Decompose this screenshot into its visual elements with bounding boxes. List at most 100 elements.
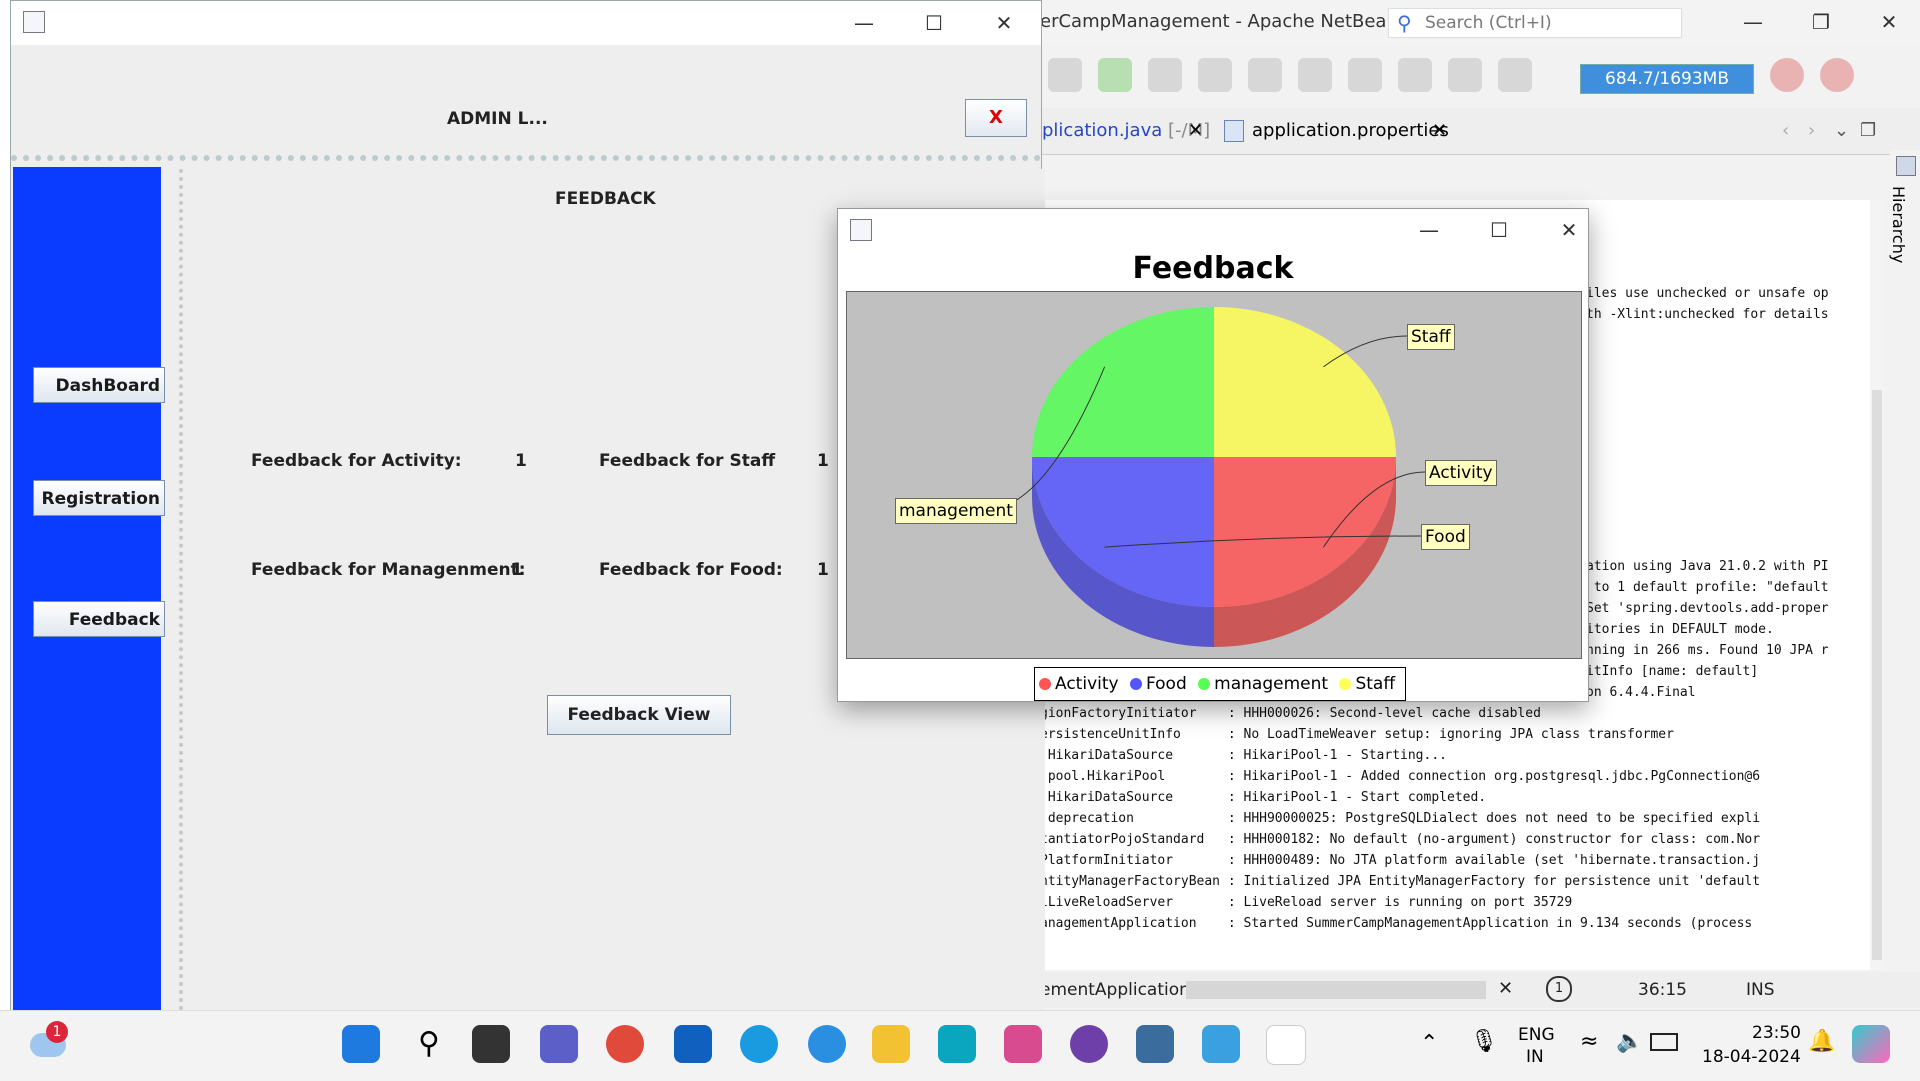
tab-application-java[interactable]: plication.java [-/M]: [1042, 120, 1210, 141]
legend-label: Activity: [1055, 674, 1119, 694]
profiler-icon[interactable]: [1770, 58, 1804, 92]
pie-slice-management[interactable]: [1032, 307, 1214, 457]
stat-staff-label: Feedback for Staff: [599, 451, 776, 471]
chevron-up-icon[interactable]: ⌃: [1420, 1031, 1438, 1056]
minimize-button[interactable]: —: [1406, 210, 1452, 250]
chrome-icon[interactable]: [606, 1025, 644, 1063]
step-icon[interactable]: [1148, 58, 1182, 92]
legend-swatch: [1339, 678, 1352, 690]
stat-food-value: 1: [817, 560, 829, 580]
start-icon[interactable]: [342, 1025, 380, 1063]
volume-icon[interactable]: 🔈: [1616, 1029, 1643, 1054]
chevron-down-icon[interactable]: ⌄: [1834, 120, 1849, 141]
run-icon[interactable]: [1098, 58, 1132, 92]
memory-indicator[interactable]: 684.7/1693MB: [1580, 64, 1754, 94]
feedback-view-button[interactable]: Feedback View: [547, 695, 731, 735]
insert-mode: INS: [1746, 980, 1775, 1000]
postgresql-icon[interactable]: [1136, 1025, 1174, 1063]
wifi-icon[interactable]: ≈: [1580, 1029, 1598, 1054]
admin-close-button[interactable]: X: [965, 99, 1027, 137]
file-explorer-icon[interactable]: [872, 1025, 910, 1063]
edge-icon[interactable]: [740, 1025, 778, 1063]
apply-changes-icon[interactable]: [1398, 58, 1432, 92]
minimize-button[interactable]: —: [1730, 2, 1776, 42]
chevron-left-icon[interactable]: ‹: [1782, 120, 1789, 141]
search-placeholder: Search (Ctrl+I): [1425, 13, 1552, 33]
pause-debug-icon[interactable]: [1448, 58, 1482, 92]
tab-close-icon[interactable]: ✕: [1188, 120, 1203, 141]
close-button[interactable]: ✕: [1546, 210, 1592, 250]
close-button[interactable]: ✕: [1866, 2, 1912, 42]
stat-staff-value: 1: [817, 451, 829, 471]
java-icon[interactable]: [1266, 1025, 1306, 1065]
profiler-attach-icon[interactable]: [1820, 58, 1854, 92]
page-title: FEEDBACK: [555, 189, 656, 209]
search-icon[interactable]: ⚲: [410, 1025, 448, 1063]
minimize-button[interactable]: —: [841, 3, 887, 43]
run-to-cursor-icon[interactable]: [1348, 58, 1382, 92]
step-into-icon[interactable]: [1248, 58, 1282, 92]
region[interactable]: IN: [1526, 1047, 1544, 1067]
legend-item: management: [1198, 668, 1328, 700]
status-task: ementApplication): [1040, 980, 1197, 1000]
legend-swatch: [1198, 678, 1211, 690]
console-line: nning in 266 ms. Found 10 JPA r: [1586, 643, 1829, 658]
maximize-button[interactable]: ☐: [1476, 210, 1522, 250]
console-line: lLiveReloadServer : LiveReload server is…: [1040, 895, 1573, 910]
copilot-icon[interactable]: [1852, 1025, 1890, 1063]
maximize-button[interactable]: ☐: [911, 3, 957, 43]
cancel-task-icon[interactable]: ✕: [1498, 978, 1513, 999]
scrollbar-thumb[interactable]: [1872, 390, 1882, 960]
weather-badge: 1: [46, 1021, 68, 1043]
sidebar-item-feedback[interactable]: Feedback: [33, 601, 165, 637]
console-line: th -Xlint:unchecked for details: [1586, 307, 1829, 322]
restore-button[interactable]: ❐: [1798, 2, 1844, 42]
console-line: itInfo [name: default]: [1586, 664, 1759, 679]
task-view-icon[interactable]: [472, 1025, 510, 1063]
close-button[interactable]: ✕: [981, 3, 1027, 43]
language[interactable]: ENG: [1518, 1025, 1555, 1045]
tab-application-properties[interactable]: application.properties: [1252, 120, 1449, 141]
hierarchy-icon: [1896, 156, 1916, 176]
snapshot-icon[interactable]: [1498, 58, 1532, 92]
pie-slice-Activity[interactable]: [1214, 457, 1396, 607]
notifications-icon[interactable]: 1: [1546, 976, 1572, 1002]
github-icon[interactable]: [1070, 1025, 1108, 1063]
admin-sidebar: DashBoard Registration Feedback: [13, 167, 165, 1011]
tab-close-icon[interactable]: ✕: [1432, 120, 1447, 141]
console-line: anagementApplication : Started SummerCam…: [1040, 916, 1753, 931]
bell-icon[interactable]: 🔔: [1808, 1029, 1835, 1054]
teams-icon[interactable]: [540, 1025, 578, 1063]
copilot-icon[interactable]: [808, 1025, 846, 1063]
battery-icon[interactable]: [1650, 1033, 1678, 1051]
stat-management-value: 1: [511, 560, 523, 580]
step-over-icon[interactable]: [1198, 58, 1232, 92]
sidebar-item-dashboard[interactable]: DashBoard: [33, 367, 165, 403]
hierarchy-panel-tab[interactable]: Hierarchy: [1889, 150, 1920, 970]
netbeans-icon[interactable]: [1004, 1025, 1042, 1063]
search-input[interactable]: ⚲ Search (Ctrl+I): [1388, 8, 1682, 38]
pie-slice-Food[interactable]: [1032, 457, 1214, 607]
search-icon: ⚲: [1397, 11, 1412, 35]
sidebar-item-registration[interactable]: Registration: [33, 480, 165, 516]
chevron-right-icon[interactable]: ›: [1808, 120, 1815, 141]
netbeans-titlebar: erCampManagement - Apache NetBean... ⚲ S…: [1040, 0, 1920, 44]
microphone-icon[interactable]: 🎙: [1470, 1029, 1498, 1054]
pie-label-management: management: [895, 498, 1017, 524]
step-out-icon[interactable]: [1298, 58, 1332, 92]
console-scrollbar[interactable]: [1870, 200, 1884, 970]
netbeans-title: erCampManagement - Apache NetBean...: [1040, 11, 1416, 32]
pie-slice-Staff[interactable]: [1214, 307, 1396, 457]
clock-date[interactable]: 18-04-2024: [1702, 1047, 1801, 1067]
maximize-editor-icon[interactable]: ❐: [1860, 120, 1876, 141]
clock-time[interactable]: 23:50: [1752, 1023, 1801, 1043]
store-icon[interactable]: [674, 1025, 712, 1063]
paint-icon[interactable]: [1202, 1025, 1240, 1063]
pause-icon[interactable]: [1048, 58, 1082, 92]
legend-swatch: [1039, 678, 1051, 690]
chart-window: — ☐ ✕ Feedback Activity Food management Sta…: [837, 208, 1589, 702]
stat-management-label: Feedback for Managenment:: [251, 560, 526, 580]
taskbar: 1 ⚲ ⌃ 🎙 ENG IN ≈ 🔈 23:50 18-04-2024 🔔: [0, 1010, 1920, 1081]
app-icon[interactable]: [938, 1025, 976, 1063]
java-icon: [850, 219, 872, 241]
